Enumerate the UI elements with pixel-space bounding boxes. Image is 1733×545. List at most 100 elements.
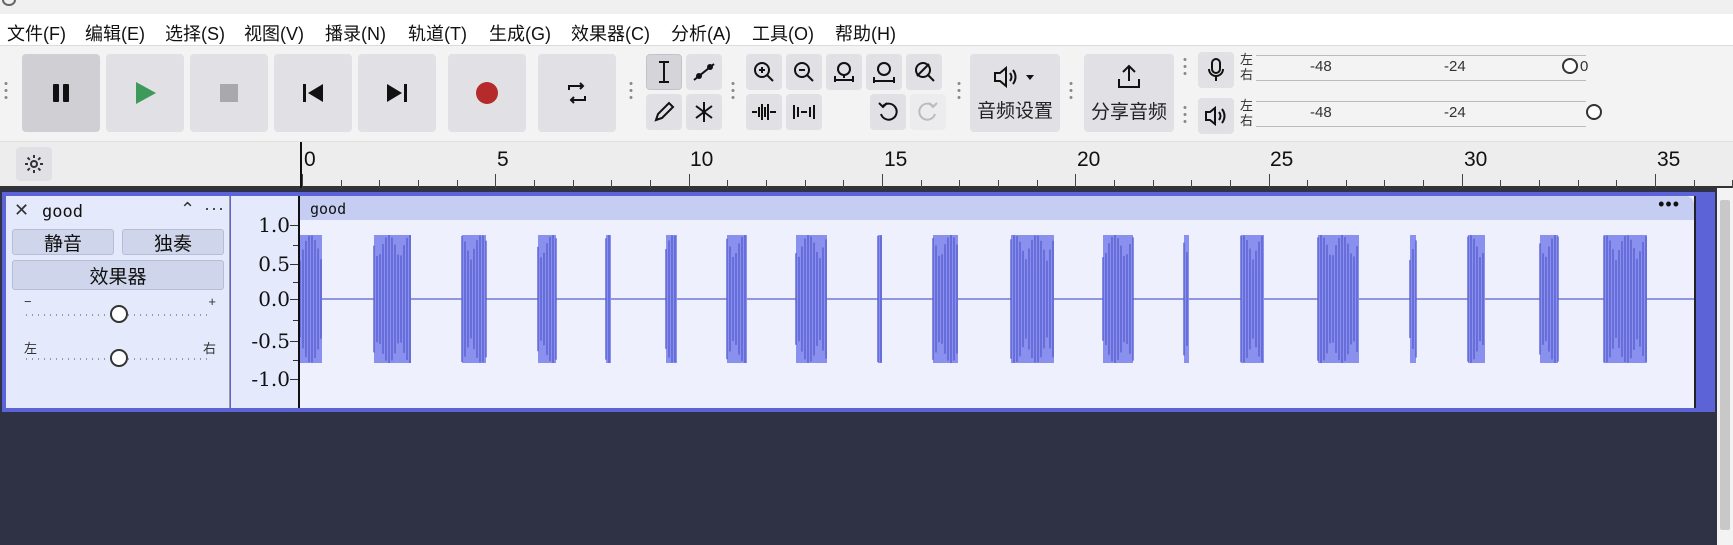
- menu-item[interactable]: 编辑(E): [85, 20, 145, 46]
- undo-button[interactable]: [870, 94, 906, 130]
- ruler-tick: [1113, 180, 1115, 188]
- toolbar-grip[interactable]: [1068, 80, 1074, 102]
- vertical-scrollbar[interactable]: [1717, 188, 1733, 545]
- play-icon: [136, 82, 156, 104]
- trim-outside-button[interactable]: [746, 94, 782, 130]
- zoom-to-selection-button[interactable]: [826, 54, 862, 90]
- toolbar-grip[interactable]: [1182, 104, 1188, 124]
- select-tool-button[interactable]: [646, 54, 682, 90]
- record-level-meter[interactable]: 左右 -48 -24 0: [1240, 52, 1600, 84]
- waveform-burst: [1467, 235, 1485, 363]
- mute-button[interactable]: 静音: [12, 229, 114, 255]
- toolbar-grip[interactable]: [3, 80, 9, 102]
- zoom-out-button[interactable]: [786, 54, 822, 90]
- envelope-tool-button[interactable]: [686, 54, 722, 90]
- draw-tool-button[interactable]: [646, 94, 682, 130]
- pan-slider[interactable]: 左 右: [22, 340, 218, 374]
- ruler-tick: [417, 180, 419, 188]
- menu-item[interactable]: 播录(N): [325, 20, 386, 46]
- waveform[interactable]: [300, 220, 1694, 408]
- silence-selection-button[interactable]: [786, 94, 822, 130]
- play-button[interactable]: [106, 54, 184, 132]
- loop-icon: [568, 82, 586, 104]
- record-button[interactable]: [448, 54, 526, 132]
- playback-level-meter[interactable]: 左右 -48 -24: [1240, 98, 1602, 130]
- ruler-tick: [1539, 180, 1541, 188]
- meter-channel-labels: 左右: [1240, 52, 1253, 82]
- ruler-tick: [1075, 174, 1077, 188]
- waveform-burst: [1539, 235, 1559, 363]
- audio-setup-button[interactable]: 音频设置: [970, 54, 1060, 132]
- pan-slider-thumb[interactable]: [110, 349, 128, 367]
- pause-button[interactable]: [22, 54, 100, 132]
- close-track-button[interactable]: ✕: [14, 200, 29, 221]
- ruler-tick: [1229, 180, 1231, 188]
- ruler-tick: [1191, 180, 1193, 188]
- toolbar-grip[interactable]: [1182, 56, 1188, 76]
- multi-tool-button[interactable]: [686, 94, 722, 130]
- meter-scale: [1256, 101, 1586, 127]
- meter-level-knob[interactable]: [1562, 58, 1578, 74]
- ruler-label: 10: [690, 148, 714, 171]
- amplitude-ruler[interactable]: 1.0 0.5 0.0 -0.5 -1.0: [231, 196, 300, 408]
- skip-to-start-button[interactable]: [274, 54, 352, 132]
- trim-outside-icon: [752, 104, 776, 120]
- meter-channel-labels: 左右: [1240, 98, 1253, 128]
- ruler-tick: [959, 180, 961, 188]
- track-name-menu[interactable]: good: [42, 202, 83, 222]
- zoom-toggle-button[interactable]: [906, 54, 942, 90]
- track-more-button[interactable]: ···: [204, 198, 225, 219]
- redo-button[interactable]: [910, 94, 946, 130]
- solo-button[interactable]: 独奏: [122, 229, 224, 255]
- ruler-label: 0: [304, 148, 316, 171]
- meter-level-knob[interactable]: [1586, 104, 1602, 120]
- ruler-tick: [997, 180, 999, 188]
- record-meter-button[interactable]: [1198, 52, 1234, 88]
- loop-button[interactable]: [538, 54, 616, 132]
- multi-tool-icon: [695, 102, 713, 122]
- fit-to-width-button[interactable]: [866, 54, 902, 90]
- playback-meter-button[interactable]: [1198, 98, 1234, 134]
- stop-icon: [220, 84, 238, 102]
- share-audio-button[interactable]: 分享音频: [1084, 54, 1174, 132]
- collapse-track-button[interactable]: ⌃: [180, 199, 195, 220]
- menu-item[interactable]: 生成(G): [489, 20, 551, 46]
- menu-item[interactable]: 分析(A): [671, 20, 731, 46]
- effects-button[interactable]: 效果器: [12, 260, 224, 290]
- ruler-tick: [1655, 174, 1657, 188]
- gain-slider[interactable]: − +: [22, 294, 218, 330]
- zoom-toggle-icon: [915, 62, 935, 82]
- toolbar-grip[interactable]: [956, 80, 962, 102]
- timeline-settings-button[interactable]: [16, 147, 52, 181]
- meter-tick-label: -24: [1444, 58, 1466, 75]
- menu-item[interactable]: 文件(F): [7, 20, 66, 46]
- skip-start-icon: [303, 84, 323, 102]
- gain-minus-label: −: [24, 294, 32, 309]
- menu-item[interactable]: 视图(V): [244, 20, 304, 46]
- record-icon: [476, 82, 498, 104]
- pause-icon: [53, 84, 69, 102]
- meter-scale: [1256, 55, 1586, 81]
- menu-item[interactable]: 效果器(C): [571, 20, 650, 46]
- clip-title-bar[interactable]: good •••: [300, 194, 1694, 220]
- toolbar-grip[interactable]: [628, 80, 634, 102]
- clip-more-button[interactable]: •••: [1658, 194, 1680, 215]
- audio-clip[interactable]: good •••: [300, 194, 1696, 408]
- ruler-tick: [1307, 180, 1309, 188]
- toolbar-grip[interactable]: [730, 80, 736, 102]
- ruler-label: 15: [884, 148, 908, 171]
- silence-selection-icon: [793, 105, 815, 119]
- scrollbar-thumb[interactable]: [1720, 200, 1730, 530]
- stop-button[interactable]: [190, 54, 268, 132]
- skip-to-end-button[interactable]: [358, 54, 436, 132]
- menu-item[interactable]: 选择(S): [165, 20, 225, 46]
- menu-item[interactable]: 轨道(T): [408, 20, 467, 46]
- timeline-row: 0 5 10 15 20 25 30 35: [0, 142, 1733, 188]
- timeline-ruler[interactable]: 0 5 10 15 20 25 30 35: [300, 142, 1733, 188]
- menu-item[interactable]: 工具(O): [752, 20, 814, 46]
- gain-slider-thumb[interactable]: [110, 305, 128, 323]
- amplitude-label: 1.0: [258, 213, 290, 237]
- menu-item[interactable]: 帮助(H): [835, 20, 896, 46]
- zoom-in-button[interactable]: [746, 54, 782, 90]
- ruler-label: 5: [497, 148, 509, 171]
